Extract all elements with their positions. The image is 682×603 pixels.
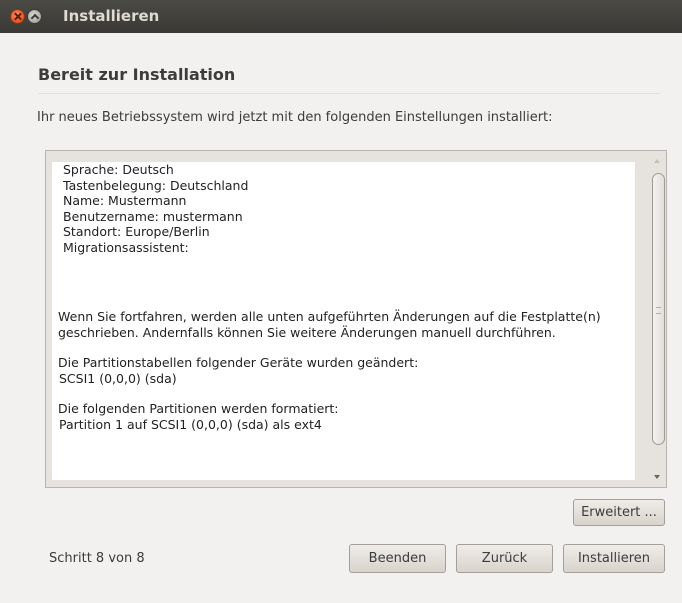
back-button[interactable]: Zurück (456, 544, 553, 573)
maximize-icon[interactable] (27, 9, 42, 24)
intro-text: Ihr neues Betriebssystem wird jetzt mit … (37, 110, 553, 125)
setting-keyboard: Tastenbelegung: Deutschland (63, 177, 249, 193)
summary-scrollbar[interactable] (649, 151, 666, 487)
close-icon[interactable] (10, 9, 25, 24)
setting-name: Name: Mustermann (63, 193, 187, 208)
title-bar: Installieren (0, 0, 682, 33)
quit-button[interactable]: Beenden (349, 544, 446, 573)
setting-language: Sprache: Deutsch (63, 162, 174, 177)
step-indicator: Schritt 8 von 8 (49, 551, 145, 566)
setting-migration: Migrationsassistent: (63, 239, 189, 255)
partition-tables-device: SCSI1 (0,0,0) (sda) (59, 370, 177, 386)
advanced-button[interactable]: Erweitert ... (573, 499, 665, 526)
setting-username: Benutzername: mustermann (63, 208, 243, 224)
page-title: Bereit zur Installation (38, 65, 236, 84)
warning-text: Wenn Sie fortfahren, werden alle unten a… (58, 309, 601, 340)
scroll-up-icon[interactable] (654, 159, 660, 163)
partition-tables-heading: Die Partitionstabellen folgender Geräte … (58, 355, 419, 370)
setting-location: Standort: Europe/Berlin (63, 224, 210, 239)
scroll-down-icon[interactable] (654, 475, 660, 479)
window-title: Installieren (63, 7, 160, 25)
summary-text[interactable]: Sprache: Deutsch Tastenbelegung: Deutsch… (52, 162, 635, 480)
format-item: Partition 1 auf SCSI1 (0,0,0) (sda) als … (59, 416, 322, 432)
scrollbar-thumb[interactable] (652, 173, 665, 445)
summary-panel: Sprache: Deutsch Tastenbelegung: Deutsch… (45, 150, 667, 488)
grip-icon (656, 307, 661, 314)
install-button[interactable]: Installieren (563, 544, 665, 573)
format-heading: Die folgenden Partitionen werden formati… (58, 401, 339, 416)
heading-separator (38, 93, 660, 94)
